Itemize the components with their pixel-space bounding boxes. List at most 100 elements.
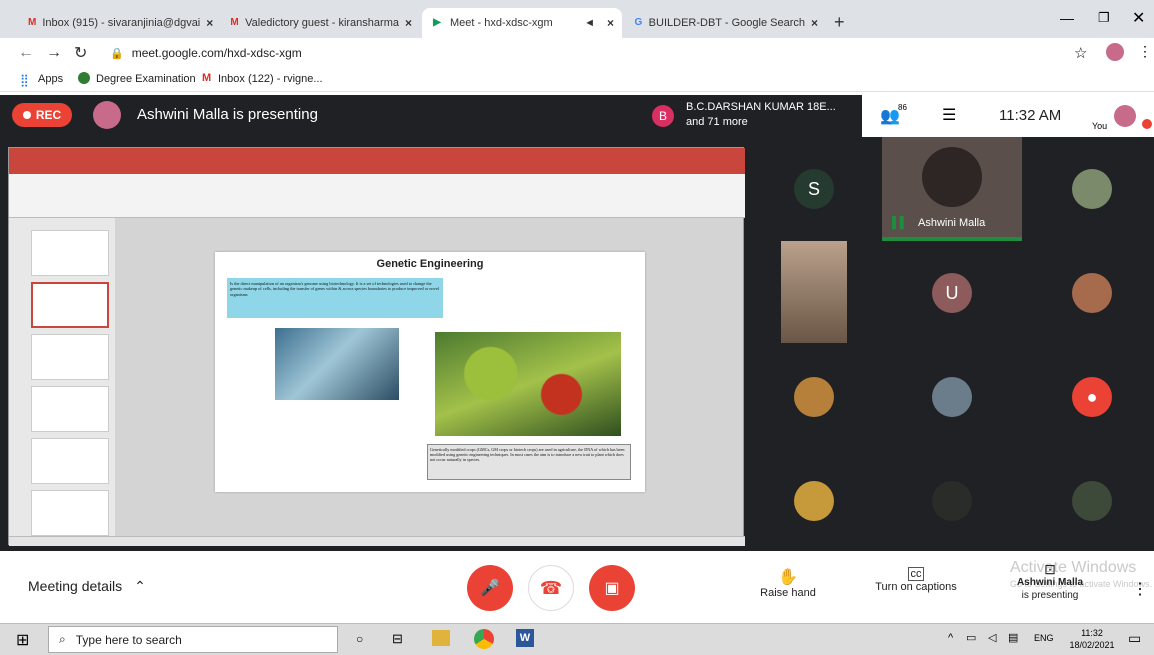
chat-icon[interactable]: ☰ (942, 105, 956, 125)
slide-thumbnail (31, 438, 109, 484)
bookmark-apps[interactable]: Apps (38, 73, 63, 85)
meet-clock: 11:32 AM (999, 107, 1062, 124)
ppt-titlebar (9, 148, 745, 162)
presenting-label: Ashwini Malla (1016, 577, 1084, 588)
close-tab-icon[interactable]: × (811, 16, 818, 30)
taskbar-search-box[interactable]: ⌕ Type here to search (48, 626, 338, 653)
people-count: 86 (898, 103, 907, 112)
captions-button[interactable]: cc Turn on captions (870, 567, 962, 593)
more-options-icon[interactable]: ⋮ (1132, 579, 1148, 599)
slide-thumbnail (31, 230, 109, 276)
bookmark-degree-exam[interactable]: Degree Examination (96, 73, 196, 85)
slide-thumbnail (31, 490, 109, 536)
browser-tab-bar: M Inbox (915) - sivaranjinia@dgvai × M V… (0, 0, 1154, 38)
slide-thumbnail-active (31, 282, 109, 328)
participant-avatar (1072, 481, 1112, 521)
keyboard-icon[interactable]: ▤ (1008, 631, 1018, 644)
participant-avatar (794, 481, 834, 521)
bookmark-inbox[interactable]: Inbox (122) - rvigne... (218, 73, 323, 85)
tab-meet[interactable]: ▶ Meet - hxd-xdsc-xgm ◄ × (422, 8, 622, 38)
language-indicator[interactable]: ENG (1034, 633, 1054, 643)
present-button[interactable]: ⊡ Ashwini Malla is presenting (1012, 562, 1088, 602)
participant-name: B.C.DARSHAN KUMAR 18E... (686, 101, 836, 113)
gmail-icon: M (28, 17, 37, 28)
volume-icon[interactable]: ◁ (988, 631, 996, 644)
notifications-icon[interactable]: ▭ (1128, 630, 1141, 647)
new-tab-button[interactable]: + (834, 12, 845, 33)
captions-icon: cc (908, 567, 924, 581)
speaker-name: Ashwini Malla (918, 217, 986, 229)
tab-label: Meet - hxd-xdsc-xgm (450, 17, 553, 29)
chrome-icon[interactable] (474, 629, 494, 649)
taskbar-date: 18/02/2021 (1069, 640, 1115, 650)
active-speaker-tile: ▌▌ Ashwini Malla (882, 137, 1022, 241)
participant-video-tile (781, 241, 847, 343)
ppt-menu-tabs (9, 162, 745, 174)
participant-default-avatar-icon: ● (1072, 377, 1112, 417)
captions-label: Turn on captions (875, 581, 957, 593)
presented-screen: Genetic Engineering Is the direct manipu… (8, 147, 745, 546)
leave-call-button[interactable]: ☎ (528, 565, 574, 611)
people-icon[interactable]: 👥 (880, 106, 900, 126)
meet-icon: ▶ (433, 17, 441, 28)
participant-avatar (1072, 169, 1112, 209)
raise-hand-button[interactable]: ✋ Raise hand (760, 567, 816, 599)
hand-icon: ✋ (778, 569, 798, 586)
url-field[interactable]: 🔒 meet.google.com/hxd-xdsc-xgm (100, 41, 1100, 65)
tomato-injection-image (435, 332, 621, 436)
close-tab-icon[interactable]: × (206, 16, 213, 30)
file-explorer-icon[interactable] (432, 630, 450, 646)
recording-badge: REC (12, 103, 72, 127)
cortana-icon[interactable]: ○ (356, 632, 363, 646)
raise-hand-label: Raise hand (760, 587, 816, 599)
minimize-icon[interactable]: — (1060, 10, 1074, 26)
camera-off-button[interactable]: ▣ (589, 565, 635, 611)
hang-up-icon: ☎ (539, 577, 563, 598)
close-window-icon[interactable]: ✕ (1132, 8, 1145, 28)
slide-thumbnail (31, 386, 109, 432)
windows-start-icon[interactable]: ⊞ (16, 630, 29, 650)
close-tab-icon[interactable]: × (405, 16, 412, 30)
meet-stage: REC Ashwini Malla is presenting B B.C.DA… (0, 95, 1154, 622)
meet-top-right-panel: 👥 86 ☰ 11:32 AM You (862, 95, 1154, 137)
network-icon[interactable]: ▭ (966, 631, 976, 644)
task-view-icon[interactable]: ⊟ (392, 631, 403, 647)
participant-more: and 71 more (686, 116, 748, 128)
participant-avatar (932, 377, 972, 417)
participant-avatar (794, 377, 834, 417)
participant-avatar (1072, 273, 1112, 313)
camera-off-icon: ▣ (604, 580, 620, 597)
forward-icon[interactable]: → (46, 44, 62, 62)
slide-thumbnail (31, 334, 109, 380)
profile-avatar[interactable] (1106, 43, 1124, 61)
windows-taskbar: ⊞ ⌕ Type here to search ○ ⊟ W ^ ▭ ◁ ▤ EN… (0, 623, 1154, 655)
tab-inbox[interactable]: M Inbox (915) - sivaranjinia@dgvai × (20, 8, 220, 38)
tab-valedictory[interactable]: M Valedictory guest - kiransharma × (222, 8, 420, 38)
restore-icon[interactable]: ❐ (1098, 10, 1110, 26)
taskbar-time: 11:32 (1081, 628, 1103, 638)
back-icon[interactable]: ← (18, 44, 34, 62)
hand-indicator-icon (1142, 119, 1152, 129)
close-tab-icon[interactable]: × (607, 16, 614, 30)
self-avatar (1114, 105, 1136, 127)
tray-overflow-icon[interactable]: ^ (948, 632, 953, 644)
speaker-video-silhouette (922, 147, 982, 207)
mute-tab-icon[interactable]: ◄ (584, 17, 595, 29)
globe-icon (78, 72, 90, 84)
star-icon[interactable]: ☆ (1074, 44, 1087, 62)
presenter-avatar (93, 101, 121, 129)
menu-icon[interactable]: ⋮ (1138, 43, 1152, 60)
google-icon: G (634, 17, 643, 28)
tab-label: Valedictory guest - kiransharma (245, 17, 399, 29)
taskbar-clock[interactable]: 11:32 18/02/2021 (1066, 627, 1118, 651)
tab-label: Inbox (915) - sivaranjinia@dgvai (42, 17, 201, 29)
tab-search[interactable]: G BUILDER-DBT - Google Search × (626, 8, 826, 38)
slide-title: Genetic Engineering (376, 258, 484, 270)
chevron-up-icon: ⌃ (134, 578, 146, 594)
meet-controls-bar: Meeting details ⌃ 🎤 ☎ ▣ ✋ Raise hand Act… (0, 551, 1154, 623)
meeting-details-button[interactable]: Meeting details ⌃ (28, 578, 146, 595)
mic-off-button[interactable]: 🎤 (467, 565, 513, 611)
reload-icon[interactable]: ↻ (74, 43, 87, 63)
gmail-icon: M (202, 72, 212, 84)
word-icon[interactable]: W (516, 629, 534, 647)
